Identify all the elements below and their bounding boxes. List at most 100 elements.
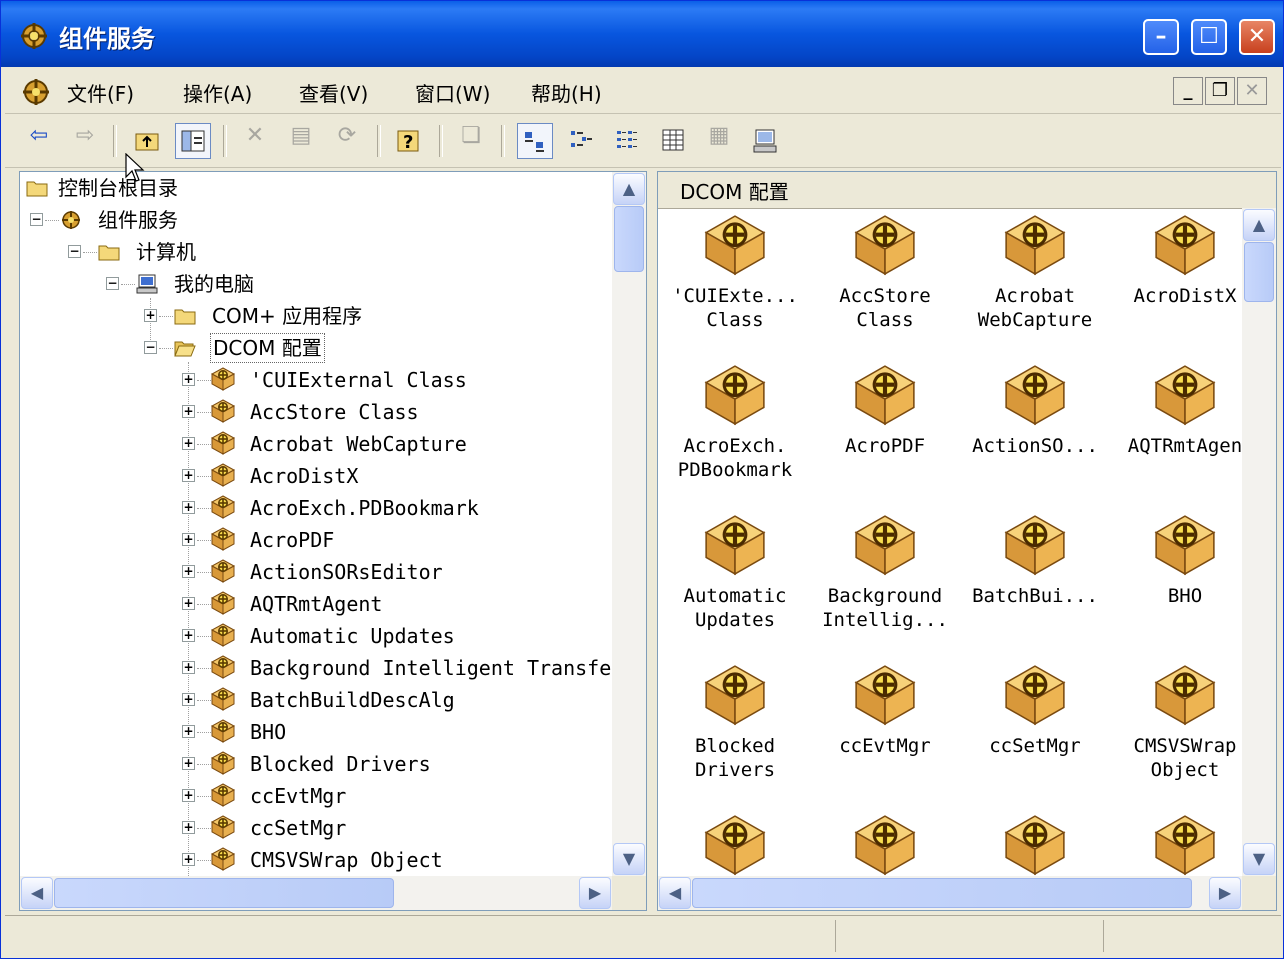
dcom-item-icon-tile[interactable] — [960, 812, 1110, 876]
menu-window[interactable]: 窗口(W) — [415, 78, 490, 107]
properties-button[interactable]: ▤ — [283, 123, 319, 159]
expand-toggle[interactable]: + — [182, 373, 195, 386]
collapse-toggle[interactable]: − — [68, 245, 81, 258]
expand-toggle[interactable]: + — [182, 789, 195, 802]
scroll-right-button[interactable]: ▶ — [1209, 877, 1241, 909]
minimize-button[interactable]: – — [1143, 19, 1179, 55]
refresh-button[interactable]: ⟳ — [329, 123, 365, 159]
icon-caption-line1: CMSVSWrap — [1133, 735, 1237, 757]
expand-toggle[interactable]: + — [182, 565, 195, 578]
expand-toggle[interactable]: + — [182, 757, 195, 770]
result-vertical-scrollbar[interactable]: ▲ ▼ — [1242, 208, 1276, 876]
dcom-item-icon-tile[interactable]: Acrobat WebCapture — [960, 212, 1110, 332]
scroll-thumb[interactable] — [54, 878, 394, 908]
back-button[interactable]: ⇦ — [21, 123, 57, 159]
icon-caption-line1: AcroExch. — [683, 435, 787, 457]
dcom-component-icon — [660, 662, 810, 728]
maximize-button[interactable]: ☐ — [1191, 19, 1227, 55]
dcom-component-icon — [210, 686, 236, 712]
title-bar[interactable]: 组件服务 – ☐ ✕ — [1, 1, 1283, 67]
dcom-item-icon-tile[interactable]: ccEvtMgr — [810, 662, 960, 758]
console-tree[interactable]: 控制台根目录 − 组件服务 − 计算机 − 我的电脑 + COM+ 应用程序 −… — [20, 172, 612, 876]
delete-button[interactable]: ✕ — [237, 123, 273, 159]
scroll-up-button[interactable]: ▲ — [613, 173, 645, 205]
expand-toggle[interactable]: + — [182, 853, 195, 866]
collapse-toggle[interactable]: − — [144, 341, 157, 354]
dcom-item-icon-tile[interactable] — [1110, 812, 1242, 876]
expand-toggle[interactable]: + — [182, 597, 195, 610]
toolbar-separator — [439, 125, 443, 157]
icon-caption-line1: Automatic — [683, 585, 787, 607]
dcom-item-icon-tile[interactable]: BatchBui... — [960, 512, 1110, 608]
scroll-right-button[interactable]: ▶ — [579, 877, 611, 909]
scroll-down-button[interactable]: ▼ — [1243, 843, 1275, 875]
tree-label: 组件服务 — [98, 208, 178, 232]
dcom-item-icon-tile[interactable]: BHO — [1110, 512, 1242, 608]
menu-view[interactable]: 查看(V) — [299, 78, 368, 107]
scroll-thumb[interactable] — [614, 206, 644, 272]
dcom-item-icon-tile[interactable]: 'CUIExte... Class — [660, 212, 810, 332]
status-bar — [5, 915, 1281, 956]
expand-toggle[interactable]: + — [182, 661, 195, 674]
dcom-item-icon-tile[interactable]: AcroExch. PDBookmark — [660, 362, 810, 482]
new-window-button[interactable]: ❏ — [453, 123, 489, 159]
expand-toggle[interactable]: + — [182, 533, 195, 546]
dcom-item-icon-tile[interactable]: AcroDistX — [1110, 212, 1242, 308]
scroll-left-button[interactable]: ◀ — [21, 877, 53, 909]
minimize-icon: – — [1155, 24, 1167, 49]
dcom-item-icon-tile[interactable]: CMSVSWrap Object — [1110, 662, 1242, 782]
expand-toggle[interactable]: + — [182, 821, 195, 834]
dcom-item-icon-tile[interactable]: Automatic Updates — [660, 512, 810, 632]
dcom-item-icon-tile[interactable]: AcroPDF — [810, 362, 960, 458]
result-horizontal-scrollbar[interactable]: ◀ ▶ — [658, 876, 1242, 910]
scroll-down-button[interactable]: ▼ — [613, 843, 645, 875]
dcom-item-icon-tile[interactable]: ActionSO... — [960, 362, 1110, 458]
detail-view-button[interactable] — [655, 123, 691, 159]
dcom-item-icon-tile[interactable]: AQTRmtAgen — [1110, 362, 1242, 458]
large-icon-list[interactable]: 'CUIExte... Class AccStore Class Acrobat WebC… — [658, 208, 1242, 876]
expand-toggle[interactable]: + — [144, 309, 157, 322]
tree-label: Background Intelligent Transfe — [250, 656, 612, 680]
dcom-item-icon-tile[interactable]: AccStore Class — [810, 212, 960, 332]
expand-toggle[interactable]: + — [182, 725, 195, 738]
mdi-restore-button[interactable]: ❐ — [1205, 77, 1235, 105]
component-services-icon — [21, 23, 47, 49]
forward-button[interactable]: ⇨ — [67, 123, 103, 159]
collapse-toggle[interactable]: − — [30, 213, 43, 226]
tree-vertical-scrollbar[interactable]: ▲ ▼ — [612, 172, 646, 876]
menu-action[interactable]: 操作(A) — [183, 78, 252, 107]
expand-toggle[interactable]: + — [182, 437, 195, 450]
system-menu-icon[interactable] — [21, 77, 51, 107]
mdi-close-button[interactable]: ✕ — [1237, 77, 1267, 105]
expand-toggle[interactable]: + — [182, 469, 195, 482]
computer-button[interactable] — [747, 123, 783, 159]
dcom-item-icon-tile[interactable]: Background Intellig... — [810, 512, 960, 632]
close-button[interactable]: ✕ — [1239, 19, 1275, 55]
dcom-item-icon-tile[interactable]: ccSetMgr — [960, 662, 1110, 758]
dcom-item-icon-tile[interactable]: Blocked Drivers — [660, 662, 810, 782]
expand-toggle[interactable]: + — [182, 405, 195, 418]
list-view-button[interactable] — [609, 123, 645, 159]
scroll-left-button[interactable]: ◀ — [659, 877, 691, 909]
collapse-toggle[interactable]: − — [106, 277, 119, 290]
small-icons-view-button[interactable] — [563, 123, 599, 159]
scroll-thumb[interactable] — [692, 878, 1192, 908]
dcom-component-icon — [210, 622, 236, 648]
tree-horizontal-scrollbar[interactable]: ◀ ▶ — [20, 876, 612, 910]
expand-toggle[interactable]: + — [182, 693, 195, 706]
help-button[interactable]: ? — [391, 123, 427, 159]
menu-file[interactable]: 文件(F) — [67, 78, 134, 107]
tree-label: AQTRmtAgent — [250, 592, 383, 616]
tree-label: 我的电脑 — [174, 272, 254, 296]
dcom-item-icon-tile[interactable] — [660, 812, 810, 876]
scroll-up-button[interactable]: ▲ — [1243, 209, 1275, 241]
show-hide-tree-button[interactable] — [175, 123, 211, 159]
expand-toggle[interactable]: + — [182, 501, 195, 514]
menu-help[interactable]: 帮助(H) — [531, 78, 602, 107]
scroll-thumb[interactable] — [1244, 242, 1274, 302]
status-view-button[interactable]: ▦ — [701, 123, 737, 159]
expand-toggle[interactable]: + — [182, 629, 195, 642]
large-icons-view-button[interactable] — [517, 123, 553, 159]
dcom-item-icon-tile[interactable] — [810, 812, 960, 876]
mdi-minimize-button[interactable]: _ — [1173, 77, 1203, 105]
